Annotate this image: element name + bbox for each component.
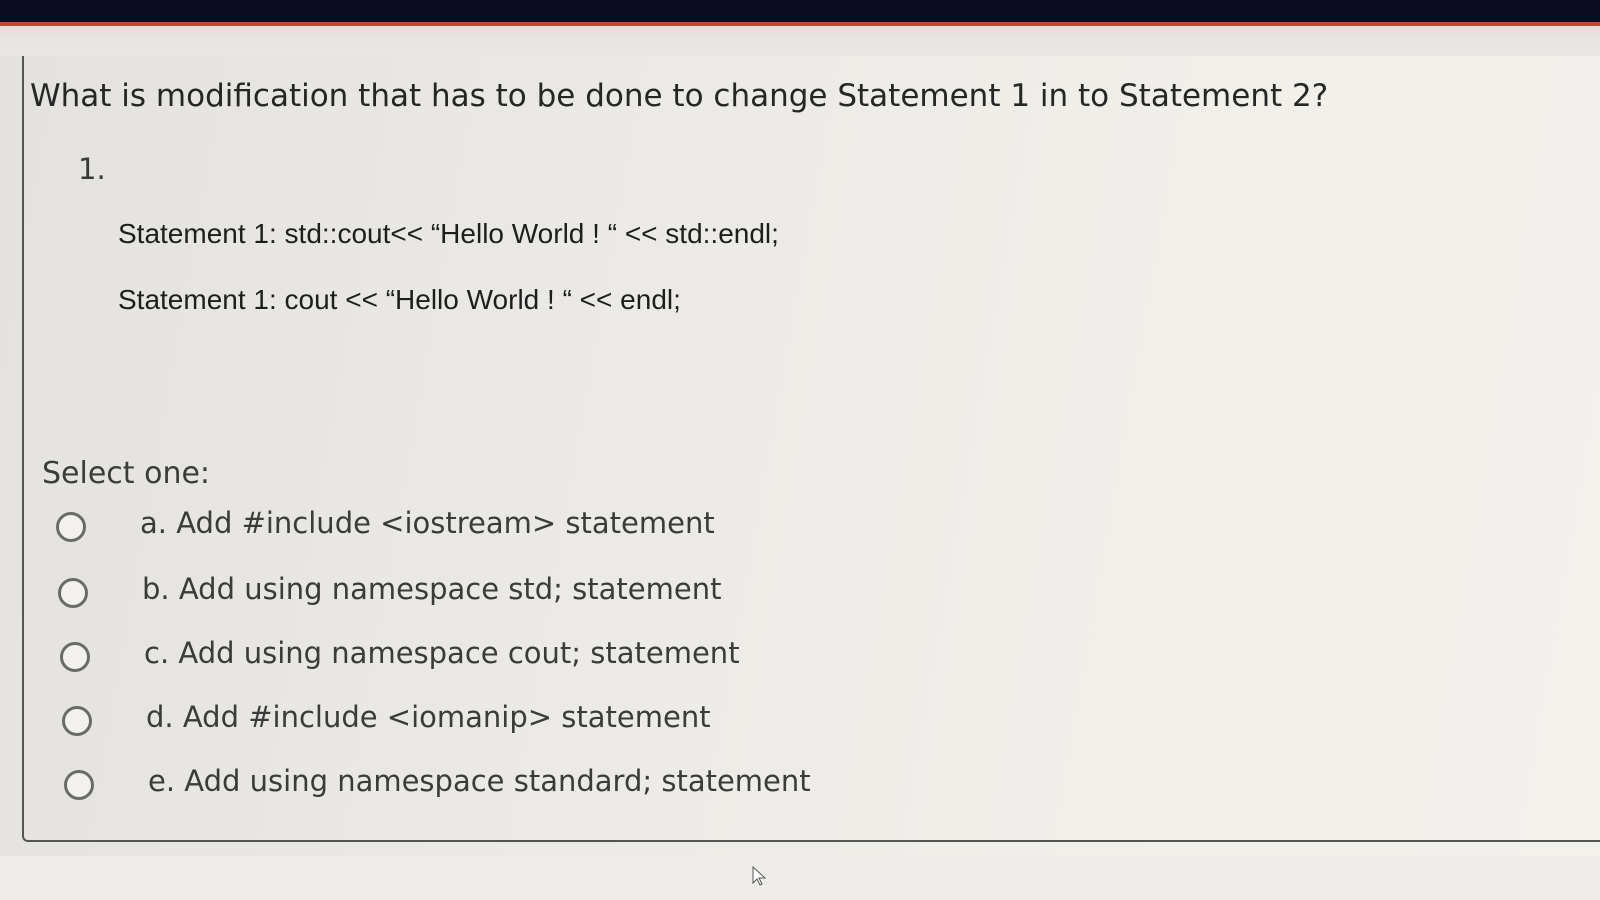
radio-unselected-icon[interactable] bbox=[56, 512, 86, 542]
mouse-pointer-icon bbox=[752, 866, 767, 886]
answer-option-label: e. Add using namespace standard; stateme… bbox=[148, 764, 811, 798]
statement-2: Statement 1: cout << “Hello World ! “ <<… bbox=[118, 284, 681, 315]
question-list-number: 1. bbox=[78, 152, 106, 186]
answer-option-label: b. Add using namespace std; statement bbox=[142, 572, 722, 606]
answer-option-c[interactable]: c. Add using namespace cout; statement bbox=[60, 636, 880, 680]
statement-1: Statement 1: std::cout<< “Hello World ! … bbox=[118, 218, 779, 249]
answer-option-label: a. Add #include <iostream> statement bbox=[140, 506, 715, 540]
answer-option-a[interactable]: a. Add #include <iostream> statement bbox=[56, 506, 876, 550]
page-bottom-area bbox=[0, 856, 1600, 900]
top-navigation-bar bbox=[0, 0, 1600, 22]
answer-option-e[interactable]: e. Add using namespace standard; stateme… bbox=[64, 764, 884, 808]
radio-unselected-icon[interactable] bbox=[64, 770, 94, 800]
radio-unselected-icon[interactable] bbox=[62, 706, 92, 736]
answer-option-d[interactable]: d. Add #include <iomanip> statement bbox=[62, 700, 882, 744]
radio-unselected-icon[interactable] bbox=[58, 578, 88, 608]
answer-option-label: c. Add using namespace cout; statement bbox=[144, 636, 740, 670]
select-one-label: Select one: bbox=[42, 456, 211, 491]
question-text: What is modification that has to be done… bbox=[30, 78, 1329, 114]
answer-option-label: d. Add #include <iomanip> statement bbox=[146, 700, 711, 734]
header-strip bbox=[0, 26, 1600, 57]
radio-unselected-icon[interactable] bbox=[60, 642, 90, 672]
answer-option-b[interactable]: b. Add using namespace std; statement bbox=[58, 572, 878, 616]
